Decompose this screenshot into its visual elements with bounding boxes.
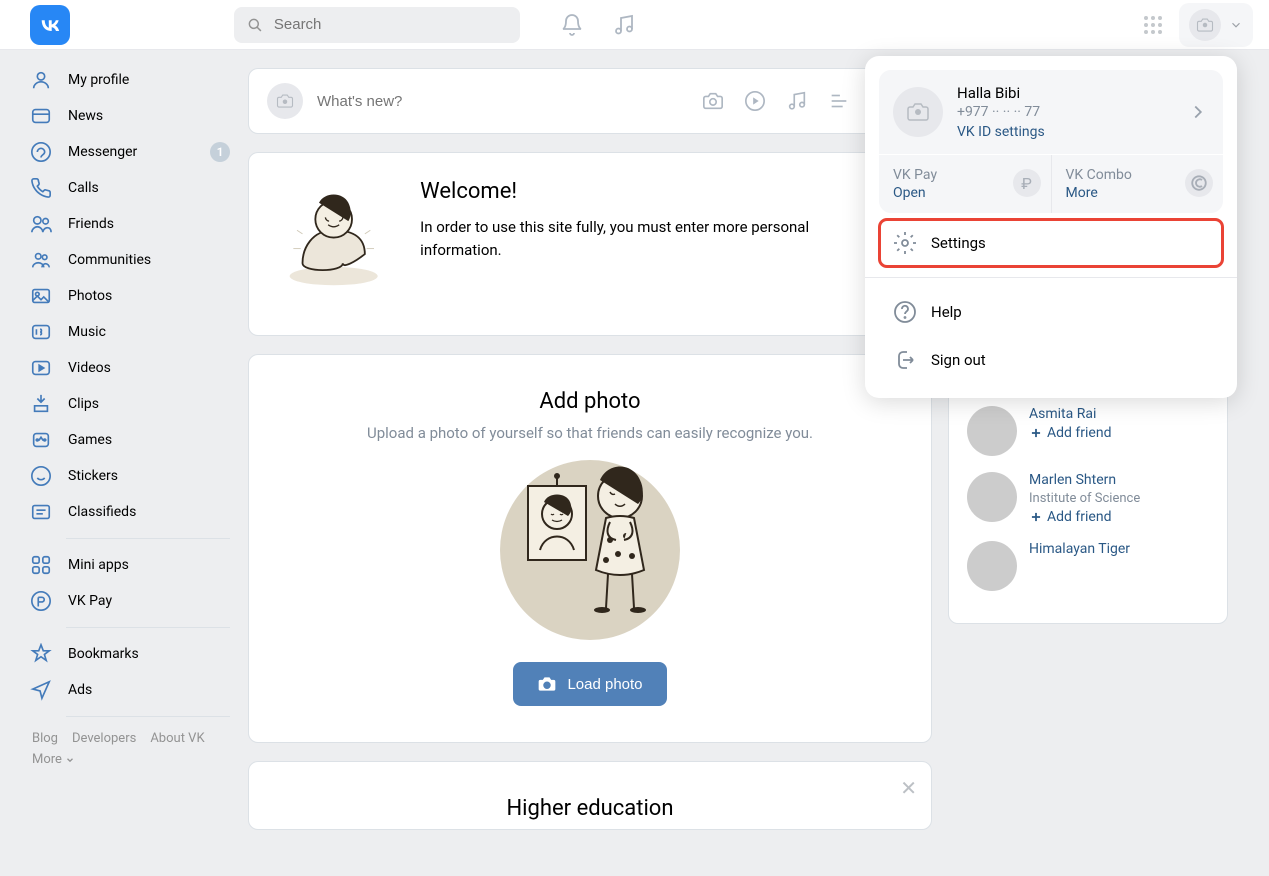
- sidebar-item-classifieds[interactable]: Classifieds: [30, 494, 240, 530]
- welcome-card: Welcome! In order to use this site fully…: [248, 152, 932, 336]
- search-box[interactable]: [234, 7, 520, 43]
- vk-logo[interactable]: [30, 5, 70, 45]
- nav-icon: [30, 590, 52, 612]
- dropdown-user-name: Halla Bibi: [957, 84, 1045, 102]
- avatar[interactable]: [967, 472, 1017, 522]
- nav-icon: [30, 249, 52, 271]
- avatar-placeholder-icon: [267, 83, 303, 119]
- dropdown-user-phone: +977 ·· ·· ·· 77: [957, 104, 1045, 120]
- load-photo-button[interactable]: Load photo: [513, 662, 666, 706]
- sidebar-item-mini-apps[interactable]: Mini apps: [30, 547, 240, 583]
- ruble-icon: ₽: [1013, 169, 1041, 197]
- nav-icon: [30, 141, 52, 163]
- person-name[interactable]: Himalayan Tiger: [1029, 541, 1130, 557]
- profile-dropdown: Halla Bibi +977 ·· ·· ·· 77 VK ID settin…: [865, 56, 1237, 398]
- dropdown-help[interactable]: Help: [879, 288, 1223, 336]
- add-friend-link[interactable]: Add friend: [1029, 509, 1140, 525]
- sidebar-item-games[interactable]: Games: [30, 422, 240, 458]
- avatar[interactable]: [967, 541, 1017, 591]
- nav-icon: [30, 501, 52, 523]
- search-input[interactable]: [274, 16, 508, 33]
- badge: 1: [210, 142, 230, 162]
- footer-developers[interactable]: Developers: [72, 731, 136, 746]
- close-icon[interactable]: ✕: [900, 776, 917, 800]
- sidebar-item-videos[interactable]: Videos: [30, 350, 240, 386]
- post-box[interactable]: [248, 68, 932, 134]
- nav-icon: [30, 177, 52, 199]
- article-icon[interactable]: [828, 90, 850, 112]
- bell-icon[interactable]: [560, 13, 584, 37]
- dropdown-signout[interactable]: Sign out: [879, 336, 1223, 384]
- sidebar-item-messenger[interactable]: Messenger1: [30, 134, 240, 170]
- video-icon[interactable]: [744, 90, 766, 112]
- sidebar-item-vk-pay[interactable]: VK Pay: [30, 583, 240, 619]
- sidebar-item-news[interactable]: News: [30, 98, 240, 134]
- signout-icon: [893, 348, 917, 372]
- search-icon: [246, 15, 264, 35]
- welcome-illustration: [275, 179, 394, 309]
- nav-icon: [30, 69, 52, 91]
- pymk-person: Asmita Rai Add friend: [967, 406, 1209, 456]
- sidebar-item-stickers[interactable]: Stickers: [30, 458, 240, 494]
- pymk-person: Himalayan Tiger: [967, 541, 1209, 591]
- dropdown-profile-card[interactable]: Halla Bibi +977 ·· ·· ·· 77 VK ID settin…: [879, 70, 1223, 154]
- sidebar-item-friends[interactable]: Friends: [30, 206, 240, 242]
- camera-icon: [537, 674, 557, 694]
- music-icon[interactable]: [786, 90, 808, 112]
- post-input[interactable]: [317, 93, 688, 110]
- add-photo-illustration: [500, 460, 680, 640]
- nav-icon: [30, 679, 52, 701]
- camera-icon[interactable]: [702, 90, 724, 112]
- footer-about[interactable]: About VK: [150, 731, 204, 746]
- welcome-title: Welcome!: [420, 179, 891, 204]
- nav-icon: [30, 357, 52, 379]
- pymk-person: Marlen ShternInstitute of ScienceAdd fri…: [967, 472, 1209, 525]
- nav-icon: [30, 429, 52, 451]
- apps-grid-icon[interactable]: [1135, 7, 1171, 43]
- help-icon: [893, 300, 917, 324]
- add-friend-link[interactable]: Add friend: [1029, 425, 1111, 441]
- footer-more[interactable]: More: [32, 752, 75, 767]
- dropdown-settings[interactable]: Settings: [879, 219, 1223, 267]
- sidebar-item-photos[interactable]: Photos: [30, 278, 240, 314]
- sidebar-item-calls[interactable]: Calls: [30, 170, 240, 206]
- vk-pay-tile[interactable]: VK Pay Open ₽: [879, 155, 1052, 213]
- chevron-down-icon: [65, 755, 75, 765]
- nav-icon: [30, 213, 52, 235]
- nav-icon: [30, 465, 52, 487]
- combo-icon: [1185, 169, 1213, 197]
- welcome-text: In order to use this site fully, you mus…: [420, 216, 891, 261]
- music-icon[interactable]: [612, 13, 636, 37]
- sidebar-item-music[interactable]: Music: [30, 314, 240, 350]
- higher-education-title: Higher education: [279, 796, 901, 821]
- gear-icon: [893, 231, 917, 255]
- avatar[interactable]: [967, 406, 1017, 456]
- vk-combo-tile[interactable]: VK Combo More: [1052, 155, 1224, 213]
- avatar-placeholder-icon: [1189, 9, 1221, 41]
- nav-icon: [30, 105, 52, 127]
- nav-icon: [30, 643, 52, 665]
- nav-icon: [30, 321, 52, 343]
- nav-icon: [30, 554, 52, 576]
- person-name[interactable]: Marlen Shtern: [1029, 472, 1140, 488]
- vk-id-settings-link[interactable]: VK ID settings: [957, 124, 1045, 140]
- sidebar-item-clips[interactable]: Clips: [30, 386, 240, 422]
- higher-education-card: ✕ Higher education: [248, 761, 932, 830]
- chevron-down-icon: [1229, 18, 1243, 32]
- add-photo-title: Add photo: [279, 389, 901, 414]
- add-photo-card: Add photo Upload a photo of yourself so …: [248, 354, 932, 743]
- sidebar-item-bookmarks[interactable]: Bookmarks: [30, 636, 240, 672]
- avatar-placeholder-icon: [893, 87, 943, 137]
- chevron-right-icon: [1187, 101, 1209, 123]
- profile-menu-button[interactable]: [1179, 3, 1253, 47]
- sidebar-item-my-profile[interactable]: My profile: [30, 62, 240, 98]
- footer-blog[interactable]: Blog: [32, 731, 58, 746]
- nav-icon: [30, 393, 52, 415]
- sidebar-item-ads[interactable]: Ads: [30, 672, 240, 708]
- person-name[interactable]: Asmita Rai: [1029, 406, 1111, 422]
- nav-icon: [30, 285, 52, 307]
- sidebar-item-communities[interactable]: Communities: [30, 242, 240, 278]
